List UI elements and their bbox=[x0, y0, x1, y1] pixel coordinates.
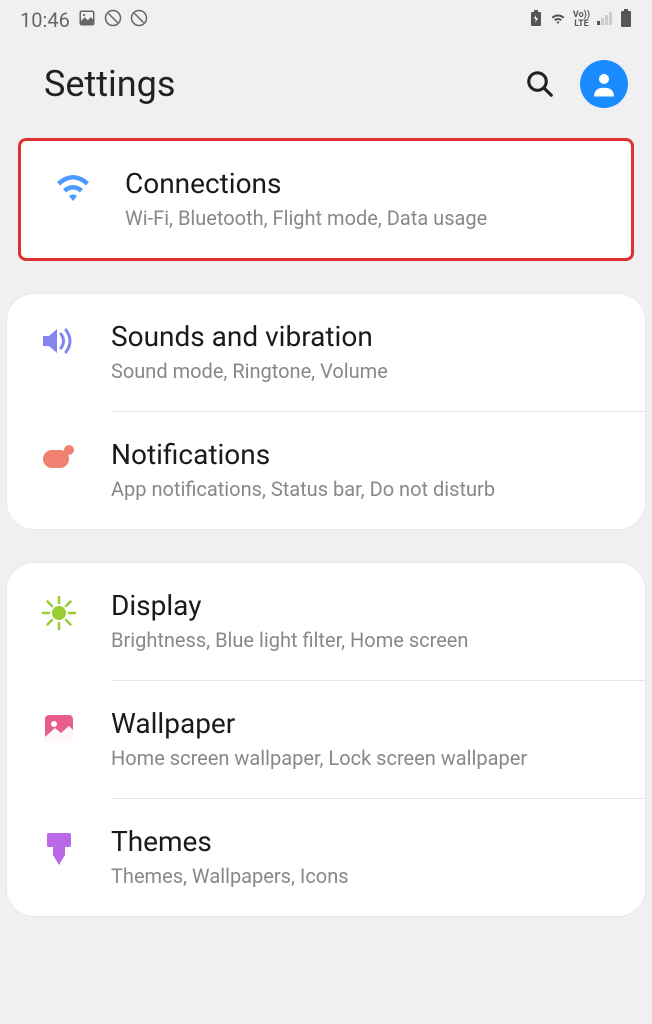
card-connections: Connections Wi-Fi, Bluetooth, Flight mod… bbox=[18, 138, 634, 261]
signal-icon bbox=[596, 11, 614, 29]
settings-item-connections[interactable]: Connections Wi-Fi, Bluetooth, Flight mod… bbox=[21, 141, 631, 258]
item-subtitle: App notifications, Status bar, Do not di… bbox=[111, 475, 617, 503]
settings-item-notifications[interactable]: Notifications App notifications, Status … bbox=[7, 412, 645, 529]
status-time: 10:46 bbox=[20, 8, 70, 32]
item-subtitle: Wi-Fi, Bluetooth, Flight mode, Data usag… bbox=[125, 204, 603, 232]
item-text: Themes Themes, Wallpapers, Icons bbox=[111, 825, 617, 890]
item-title: Wallpaper bbox=[111, 707, 617, 740]
status-bar: 10:46 Vo)) LTE bbox=[0, 0, 652, 40]
battery-icon bbox=[620, 9, 632, 31]
item-title: Notifications bbox=[111, 438, 617, 471]
item-text: Wallpaper Home screen wallpaper, Lock sc… bbox=[111, 707, 617, 772]
card-sounds-notifications: Sounds and vibration Sound mode, Rington… bbox=[6, 293, 646, 530]
header-actions bbox=[520, 60, 628, 108]
profile-button[interactable] bbox=[580, 60, 628, 108]
battery-saver-icon bbox=[529, 10, 543, 30]
item-title: Connections bbox=[125, 167, 603, 200]
settings-item-sounds[interactable]: Sounds and vibration Sound mode, Rington… bbox=[7, 294, 645, 411]
person-icon bbox=[589, 69, 619, 99]
item-subtitle: Brightness, Blue light filter, Home scre… bbox=[111, 626, 617, 654]
item-text: Notifications App notifications, Status … bbox=[111, 438, 617, 503]
search-icon bbox=[525, 69, 555, 99]
item-text: Display Brightness, Blue light filter, H… bbox=[111, 589, 617, 654]
sound-icon bbox=[35, 326, 83, 356]
settings-item-display[interactable]: Display Brightness, Blue light filter, H… bbox=[7, 563, 645, 680]
page-title: Settings bbox=[44, 63, 175, 105]
header: Settings bbox=[0, 40, 652, 138]
dnd-icon bbox=[104, 9, 122, 32]
item-text: Connections Wi-Fi, Bluetooth, Flight mod… bbox=[125, 167, 603, 232]
item-title: Sounds and vibration bbox=[111, 320, 617, 353]
item-title: Themes bbox=[111, 825, 617, 858]
settings-item-themes[interactable]: Themes Themes, Wallpapers, Icons bbox=[7, 799, 645, 916]
display-icon bbox=[35, 595, 83, 631]
item-subtitle: Themes, Wallpapers, Icons bbox=[111, 862, 617, 890]
volte-icon: Vo)) LTE bbox=[573, 11, 590, 29]
card-display-wallpaper-themes: Display Brightness, Blue light filter, H… bbox=[6, 562, 646, 917]
notification-icon bbox=[35, 444, 83, 470]
themes-icon bbox=[35, 831, 83, 867]
item-title: Display bbox=[111, 589, 617, 622]
picture-icon bbox=[78, 9, 96, 32]
status-left: 10:46 bbox=[20, 8, 148, 32]
wifi-settings-icon bbox=[49, 173, 97, 203]
item-subtitle: Sound mode, Ringtone, Volume bbox=[111, 357, 617, 385]
status-right: Vo)) LTE bbox=[529, 9, 632, 31]
wifi-icon bbox=[549, 11, 567, 29]
settings-item-wallpaper[interactable]: Wallpaper Home screen wallpaper, Lock sc… bbox=[7, 681, 645, 798]
search-button[interactable] bbox=[520, 64, 560, 104]
item-text: Sounds and vibration Sound mode, Rington… bbox=[111, 320, 617, 385]
wallpaper-icon bbox=[35, 713, 83, 745]
item-subtitle: Home screen wallpaper, Lock screen wallp… bbox=[111, 744, 617, 772]
dnd-icon-2 bbox=[130, 9, 148, 32]
